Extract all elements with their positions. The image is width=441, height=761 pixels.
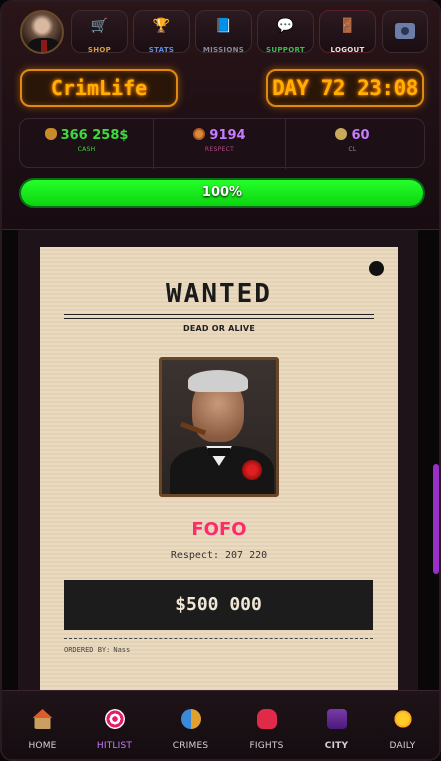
target-portrait xyxy=(159,357,279,497)
respect-value: 9194 xyxy=(209,128,246,143)
book-icon: 📘 xyxy=(214,18,233,34)
cash-label: CASH xyxy=(77,146,96,153)
tab-daily-label: DAILY xyxy=(389,741,416,751)
pin-icon xyxy=(369,261,384,276)
tab-daily[interactable]: DAILY xyxy=(366,691,439,759)
tab-home[interactable]: HOME xyxy=(6,691,79,759)
nav-stats-label: STATS xyxy=(148,46,175,54)
stat-cl: 60 CL xyxy=(286,119,419,169)
ordered-by: ORDERED BY: Nass xyxy=(64,646,130,654)
scrollbar[interactable] xyxy=(433,230,439,690)
tab-fights[interactable]: FIGHTS xyxy=(230,691,303,759)
boxing-glove-icon xyxy=(256,709,277,729)
target-name[interactable]: FOFO xyxy=(40,519,398,540)
skull-icon xyxy=(335,128,348,140)
target-icon xyxy=(104,709,125,729)
chat-bubble-icon: 💬 xyxy=(276,18,295,34)
tab-city[interactable]: CITY xyxy=(300,691,373,759)
ordered-by-label: ORDERED BY: xyxy=(64,646,111,654)
poster-heading: WANTED xyxy=(166,279,272,309)
tab-hitlist-label: HITLIST xyxy=(96,741,133,751)
stat-respect: 9194 RESPECT xyxy=(153,119,286,169)
divider xyxy=(64,638,373,639)
door-icon: 🚪 xyxy=(338,18,357,34)
portrait-hair xyxy=(188,370,248,392)
progress-label: 100% xyxy=(201,185,243,200)
game-clock: DAY 72 23:08 xyxy=(266,69,424,107)
tab-hitlist[interactable]: HITLIST xyxy=(78,691,151,759)
theater-masks-icon xyxy=(180,709,201,729)
avatar[interactable] xyxy=(20,10,64,54)
target-respect: Respect: 207 220 xyxy=(170,550,268,561)
nav-stats-button[interactable]: 🏆 STATS xyxy=(133,10,190,54)
divider xyxy=(64,314,374,315)
nav-shop-button[interactable]: 🛒 SHOP xyxy=(71,10,128,54)
medal-icon xyxy=(193,128,206,140)
nav-shop-label: SHOP xyxy=(87,46,112,54)
tab-crimes[interactable]: CRIMES xyxy=(154,691,227,759)
city-icon xyxy=(326,709,347,729)
trophy-icon: 🏆 xyxy=(152,18,171,34)
tab-home-label: HOME xyxy=(28,741,57,751)
ordered-by-name: Nass xyxy=(113,646,131,654)
nav-logout-button[interactable]: 🚪 LOGOUT xyxy=(319,10,376,54)
progress-bar: 100% xyxy=(19,178,425,208)
stats-panel: 366 258$ CASH 9194 RESPECT 60 CL xyxy=(19,118,425,169)
portrait-bowtie xyxy=(208,448,230,456)
house-icon xyxy=(32,709,53,729)
main-content: WANTED DEAD OR ALIVE FOFO Respect: 207 2… xyxy=(2,230,439,690)
camera-icon xyxy=(395,23,415,39)
header: 🛒 SHOP 🏆 STATS 📘 MISSIONS 💬 SUPPORT 🚪 LO… xyxy=(2,2,439,230)
nav-support-label: SUPPORT xyxy=(266,46,305,54)
bottom-tab-bar: HOME HITLIST CRIMES FIGHTS CITY DAILY xyxy=(2,690,439,759)
cash-value: 366 258$ xyxy=(60,128,129,143)
stat-cash: 366 258$ CASH xyxy=(20,119,153,169)
rose-icon xyxy=(242,460,262,480)
divider xyxy=(64,318,374,319)
tab-fights-label: FIGHTS xyxy=(249,741,284,751)
scrollbar-thumb[interactable] xyxy=(433,464,439,574)
brand-logo: CrimLife xyxy=(20,69,178,107)
avatar-tie xyxy=(41,40,47,52)
nav-missions-button[interactable]: 📘 MISSIONS xyxy=(195,10,252,54)
wanted-poster: WANTED DEAD OR ALIVE FOFO Respect: 207 2… xyxy=(40,247,398,690)
top-navigation: 🛒 SHOP 🏆 STATS 📘 MISSIONS 💬 SUPPORT 🚪 LO… xyxy=(16,8,428,56)
money-bag-icon xyxy=(44,128,57,140)
cart-icon: 🛒 xyxy=(90,18,109,34)
bounty-amount: $500 000 xyxy=(64,580,373,630)
tab-city-label: CITY xyxy=(324,741,349,751)
nav-support-button[interactable]: 💬 SUPPORT xyxy=(257,10,314,54)
tab-crimes-label: CRIMES xyxy=(172,741,209,751)
camera-button[interactable] xyxy=(382,10,428,53)
cl-label: CL xyxy=(348,146,357,153)
nav-logout-label: LOGOUT xyxy=(330,46,365,54)
sun-icon xyxy=(392,709,413,729)
cl-value: 60 xyxy=(351,128,370,143)
poster-subheading: DEAD OR ALIVE xyxy=(183,324,255,333)
app-frame: 🛒 SHOP 🏆 STATS 📘 MISSIONS 💬 SUPPORT 🚪 LO… xyxy=(0,0,441,761)
respect-label: RESPECT xyxy=(204,146,235,153)
nav-missions-label: MISSIONS xyxy=(202,46,245,54)
